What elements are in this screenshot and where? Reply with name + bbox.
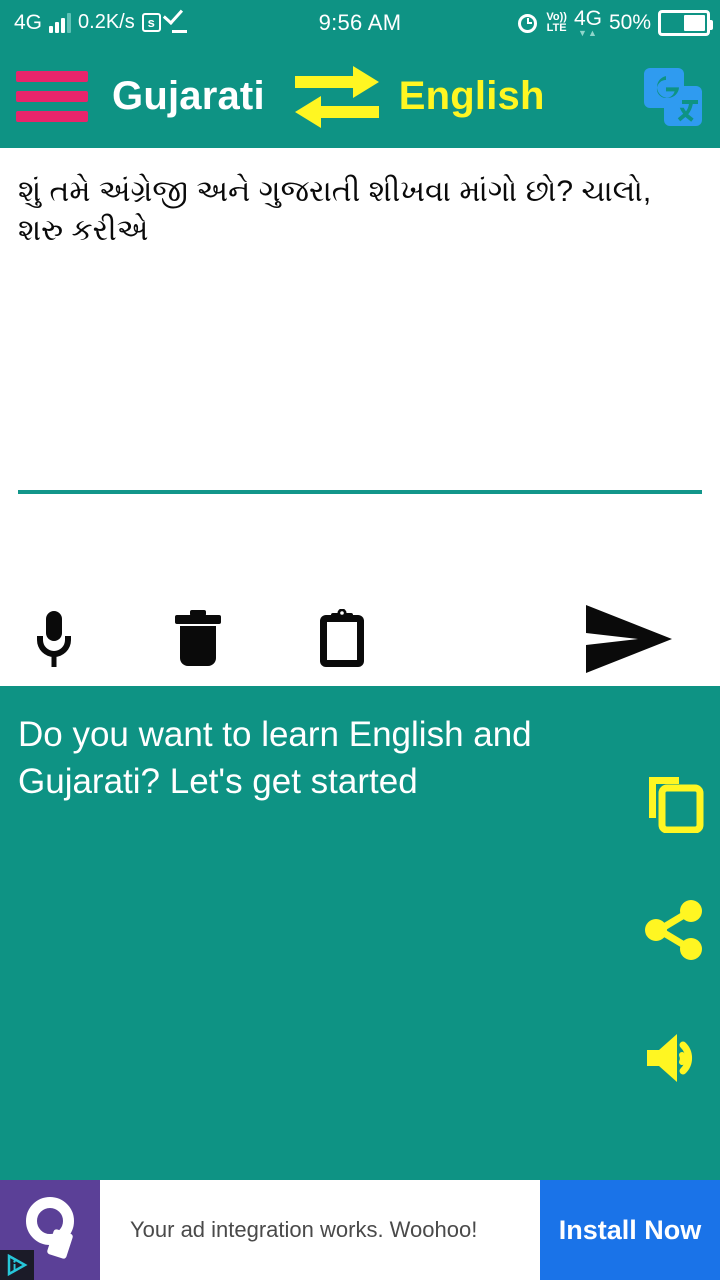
translation-result-panel: Do you want to learn English and Gujarat… <box>0 686 720 1180</box>
paste-icon[interactable] <box>310 607 374 671</box>
speaker-icon[interactable] <box>642 1026 706 1090</box>
delete-icon[interactable] <box>166 607 230 671</box>
result-action-list <box>642 770 706 1090</box>
hamburger-menu-icon[interactable] <box>16 71 88 122</box>
data-transfer-arrows-icon: ▼▲ <box>578 27 598 38</box>
install-now-button[interactable]: Install Now <box>540 1180 720 1280</box>
source-text[interactable]: શું તમે અંગ્રેજી અને ગુજરાતી શીખવા માંગો… <box>18 172 702 250</box>
network-type-right-icon: 4G ▼▲ <box>574 8 602 38</box>
battery-percent-label: 50% <box>608 10 651 34</box>
battery-icon <box>658 9 713 36</box>
app-header: Gujarati English <box>0 45 720 148</box>
share-icon[interactable] <box>642 898 706 962</box>
data-saver-icon: s <box>141 13 161 32</box>
copy-icon[interactable] <box>642 770 706 834</box>
ad-app-icon <box>0 1180 100 1280</box>
signal-bars-icon <box>49 12 72 33</box>
ad-body: Your ad integration works. Woohoo! <box>100 1180 540 1280</box>
action-toolbar <box>0 592 720 686</box>
translated-text: Do you want to learn English and Gujarat… <box>18 715 532 801</box>
status-bar-left: 4G 0.2K/s s <box>14 11 192 35</box>
adchoices-icon[interactable] <box>0 1250 34 1280</box>
check-icon <box>168 13 192 33</box>
source-language-button[interactable]: Gujarati <box>112 74 265 119</box>
ad-text: Your ad integration works. Woohoo! <box>130 1217 478 1242</box>
alarm-icon <box>517 12 539 34</box>
volte-icon: Vo)) LTE <box>546 10 567 34</box>
send-icon[interactable] <box>576 605 680 673</box>
network-type-right-label: 4G <box>573 6 602 30</box>
volte-bottom-label: LTE <box>546 21 567 34</box>
microphone-icon[interactable] <box>22 607 86 671</box>
ad-banner[interactable]: Your ad integration works. Woohoo! Insta… <box>0 1180 720 1280</box>
source-text-area[interactable]: શું તમે અંગ્રેજી અને ગુજરાતી શીખવા માંગો… <box>0 148 720 592</box>
google-translate-icon[interactable] <box>642 66 704 128</box>
app-root: 4G 0.2K/s s 9:56 AM Vo)) LTE 4G ▼▲ 50% G… <box>0 0 720 1280</box>
input-divider <box>18 490 702 494</box>
target-language-button[interactable]: English <box>399 74 545 119</box>
install-now-label: Install Now <box>558 1214 702 1245</box>
volte-top-label: Vo)) <box>546 10 567 23</box>
network-type-label: 4G <box>14 10 43 34</box>
status-bar-right: Vo)) LTE 4G ▼▲ 50% <box>517 8 713 38</box>
data-speed-label: 0.2K/s <box>78 11 135 33</box>
swap-languages-icon[interactable] <box>291 62 383 132</box>
status-bar: 4G 0.2K/s s 9:56 AM Vo)) LTE 4G ▼▲ 50% <box>0 0 720 45</box>
